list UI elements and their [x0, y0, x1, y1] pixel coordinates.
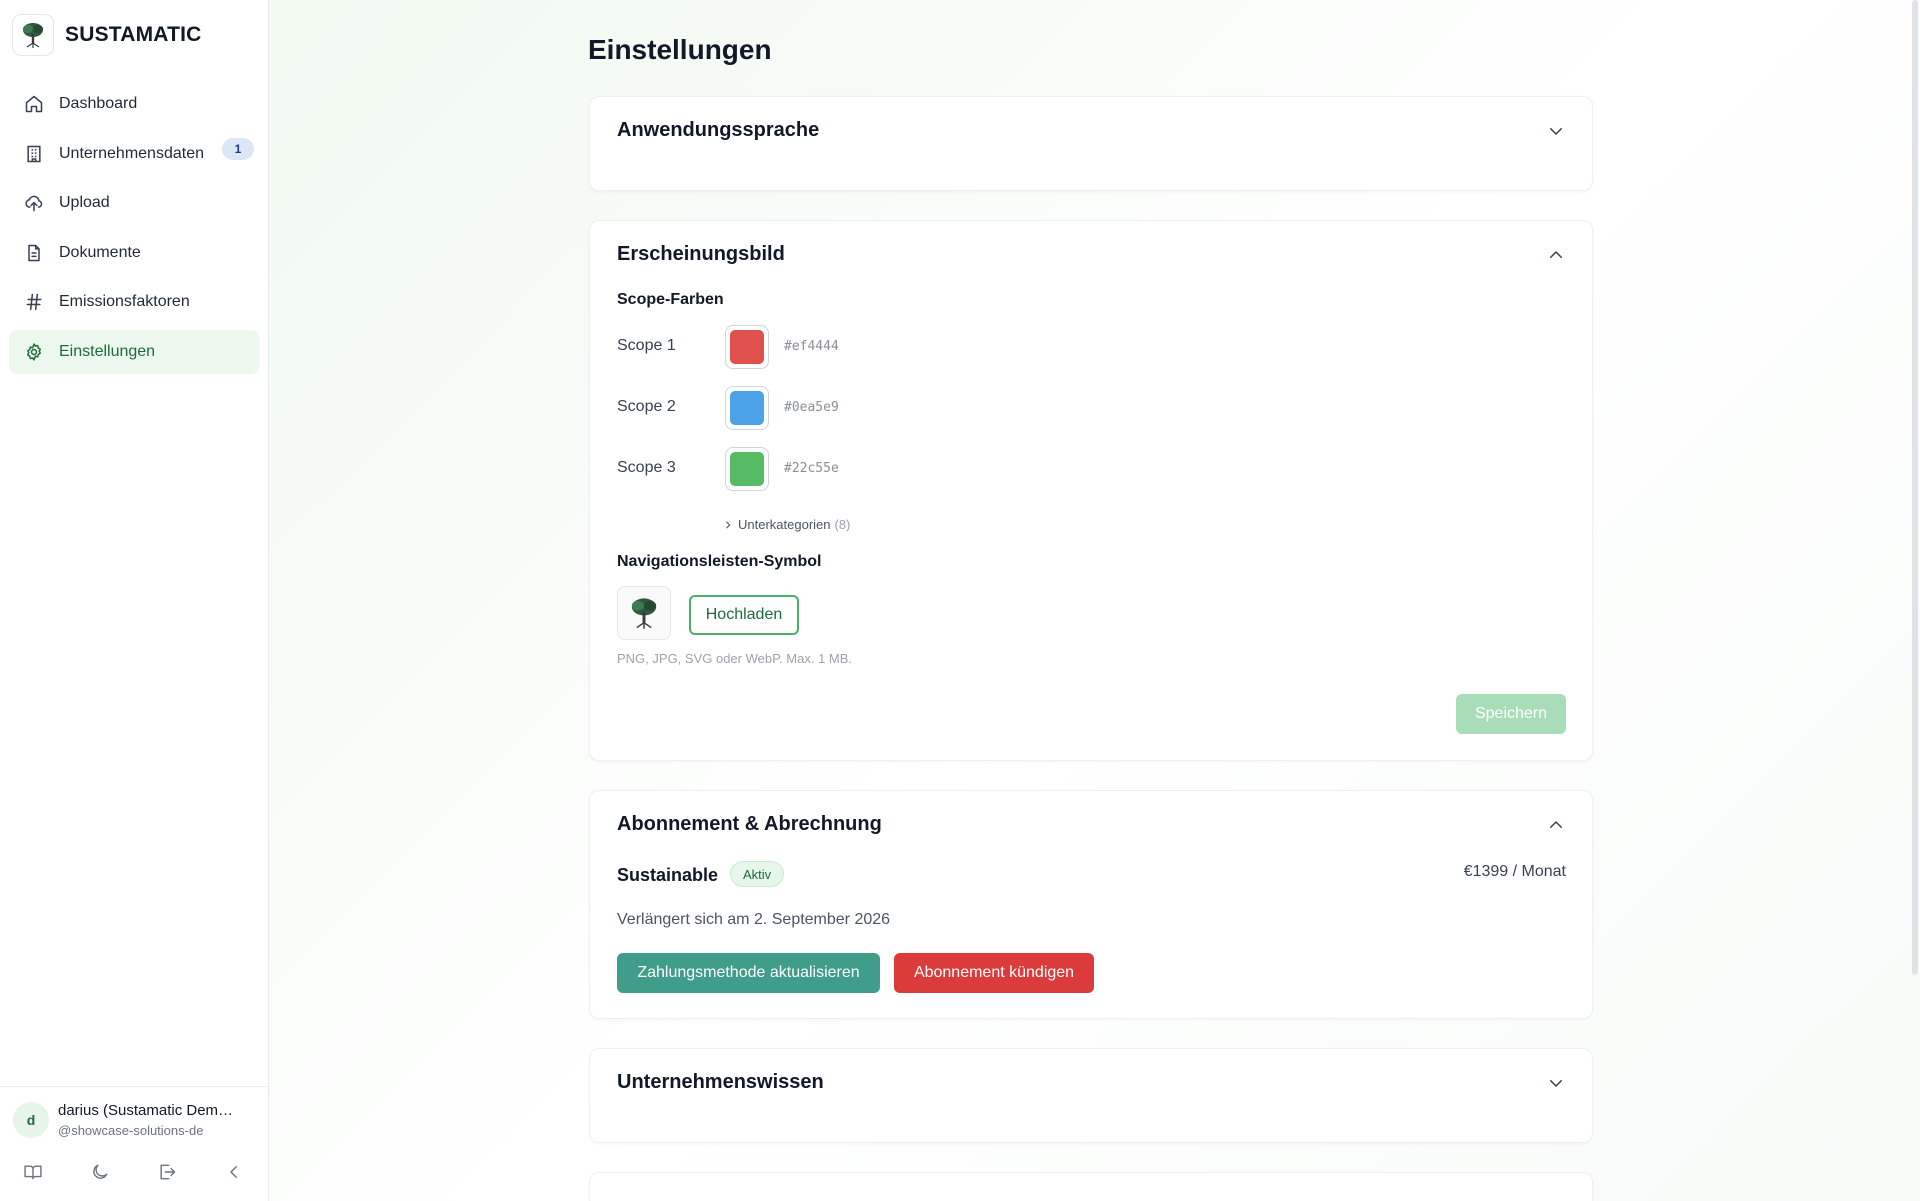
subscription-card: Abonnement & Abrechnung Sustainable Akti…: [589, 790, 1593, 1019]
scope-3-color-picker[interactable]: [725, 447, 769, 491]
color-swatch: [730, 330, 764, 364]
scrollbar[interactable]: [1910, 0, 1920, 1201]
subcategories-toggle[interactable]: Unterkategorien (8): [723, 517, 850, 532]
sidebar-item-label: Dokumente: [59, 243, 141, 261]
chevron-up-icon[interactable]: [1546, 815, 1566, 835]
chevron-right-icon: [723, 520, 733, 530]
sidebar-item-dashboard[interactable]: Dashboard: [9, 82, 259, 126]
scope-hex-value: #22c55e: [784, 461, 839, 476]
avatar[interactable]: d: [13, 1102, 49, 1138]
sidebar: SUSTAMATIC Dashboard Unternehmensdaten 1…: [0, 0, 269, 1201]
scope-hex-value: #ef4444: [784, 339, 839, 354]
cloud-upload-icon: [23, 192, 45, 214]
chevron-left-icon[interactable]: [219, 1157, 249, 1187]
plan-price: €1399 / Monat: [1463, 863, 1566, 880]
renewal-date: Verlängert sich am 2. September 2026: [617, 911, 891, 928]
scrollbar-thumb[interactable]: [1912, 0, 1918, 975]
language-card-title: Anwendungssprache: [617, 119, 820, 141]
user-profile: d darius (Sustamatic Dem… @showcase-solu…: [0, 1086, 269, 1201]
sidebar-item-label: Unternehmensdaten: [59, 144, 204, 162]
moon-icon[interactable]: [85, 1157, 115, 1187]
nav-icon-preview: [617, 586, 671, 640]
sidebar-item-label: Emissionsfaktoren: [59, 293, 190, 310]
upload-button[interactable]: Hochladen: [689, 595, 799, 635]
book-icon[interactable]: [18, 1157, 48, 1187]
page-title: Einstellungen: [588, 34, 772, 65]
scope-1-color-picker[interactable]: [725, 325, 769, 369]
notification-badge: 1: [222, 137, 254, 160]
update-payment-method-button[interactable]: Zahlungsmethode aktualisieren: [617, 953, 880, 993]
brand[interactable]: SUSTAMATIC: [12, 14, 202, 56]
color-swatch: [730, 391, 764, 425]
sidebar-nav: Dashboard Unternehmensdaten 1 Upload Dok…: [9, 82, 259, 379]
scope-row-1: Scope 1 #ef4444: [617, 325, 1017, 369]
subcategories-count: (8): [834, 517, 851, 532]
scope-label: Scope 3: [617, 459, 676, 476]
tree-logo-icon: [12, 14, 54, 56]
next-card-partial: [589, 1172, 1593, 1201]
brand-name: SUSTAMATIC: [65, 23, 202, 46]
chevron-up-icon[interactable]: [1546, 245, 1566, 265]
scope-row-3: Scope 3 #22c55e: [617, 447, 1017, 491]
sidebar-item-label: Dashboard: [59, 95, 138, 112]
language-card[interactable]: Anwendungssprache: [589, 96, 1593, 191]
sidebar-item-unternehmensdaten[interactable]: Unternehmensdaten 1: [9, 132, 259, 176]
knowledge-card[interactable]: Unternehmenswissen: [589, 1048, 1593, 1143]
logout-icon[interactable]: [152, 1157, 182, 1187]
subscription-card-title: Abonnement & Abrechnung: [617, 813, 882, 835]
scope-colors-heading: Scope-Farben: [617, 291, 724, 308]
sidebar-item-upload[interactable]: Upload: [9, 181, 259, 225]
sidebar-footer-actions: [0, 1157, 269, 1187]
gear-icon: [23, 341, 45, 363]
save-button[interactable]: Speichern: [1456, 694, 1566, 734]
user-handle: @showcase-solutions-de: [58, 1123, 204, 1138]
home-icon: [23, 93, 45, 115]
status-badge: Aktiv: [730, 861, 785, 887]
appearance-card: Erscheinungsbild Scope-Farben Scope 1 #e…: [589, 220, 1593, 761]
sidebar-item-emissionsfaktoren[interactable]: Emissionsfaktoren: [9, 280, 259, 324]
subcategories-label: Unterkategorien: [738, 517, 831, 532]
user-name: darius (Sustamatic Dem…: [58, 1102, 234, 1119]
color-swatch: [730, 452, 764, 486]
scope-hex-value: #0ea5e9: [784, 400, 839, 415]
tree-logo-icon: [628, 596, 660, 630]
sidebar-item-dokumente[interactable]: Dokumente: [9, 231, 259, 275]
plan-name: Sustainable: [617, 865, 719, 885]
sidebar-item-label: Upload: [59, 194, 110, 211]
sidebar-item-label: Einstellungen: [59, 342, 156, 360]
scope-label: Scope 2: [617, 398, 676, 415]
chevron-down-icon[interactable]: [1546, 121, 1566, 141]
scope-row-2: Scope 2 #0ea5e9: [617, 386, 1017, 430]
upload-hint: PNG, JPG, SVG oder WebP. Max. 1 MB.: [617, 651, 853, 666]
nav-icon-heading: Navigationsleisten-Symbol: [617, 553, 822, 570]
building-icon: [23, 143, 45, 165]
appearance-card-title: Erscheinungsbild: [617, 243, 785, 265]
document-icon: [23, 242, 45, 264]
scope-2-color-picker[interactable]: [725, 386, 769, 430]
chevron-down-icon[interactable]: [1546, 1073, 1566, 1093]
scope-label: Scope 1: [617, 337, 676, 354]
hash-icon: [23, 291, 45, 313]
sidebar-item-einstellungen[interactable]: Einstellungen: [9, 329, 259, 374]
cancel-subscription-button[interactable]: Abonnement kündigen: [894, 953, 1094, 993]
knowledge-card-title: Unternehmenswissen: [617, 1071, 824, 1093]
